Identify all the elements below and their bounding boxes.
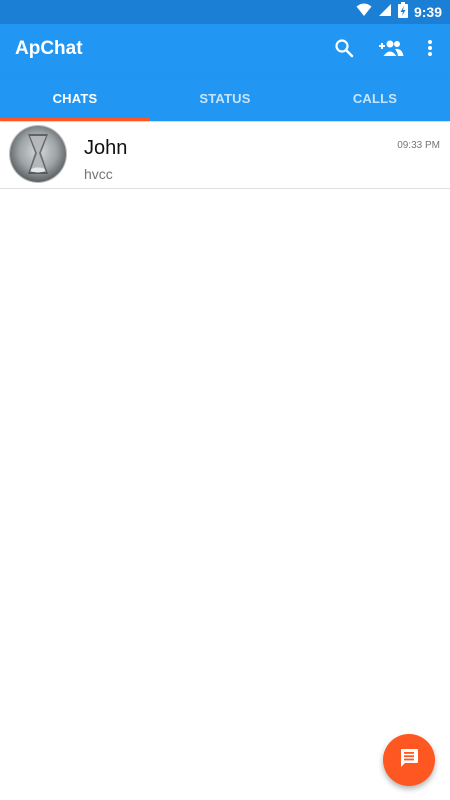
chat-list-item[interactable]: John hvcc 09:33 PM — [0, 122, 450, 189]
avatar-photo — [28, 134, 48, 174]
avatar[interactable] — [10, 126, 66, 182]
search-button[interactable] — [330, 36, 358, 64]
tab-calls[interactable]: CALLS — [300, 76, 450, 121]
chat-contact-name: John — [84, 137, 128, 159]
new-message-button[interactable] — [383, 734, 435, 786]
add-friend-button[interactable] — [376, 36, 406, 64]
tab-chats[interactable]: CHATS — [0, 76, 150, 121]
more-options-button[interactable] — [416, 36, 444, 64]
search-icon — [334, 38, 354, 63]
status-icons: 9:39 — [356, 1, 442, 23]
chat-last-message: hvcc — [84, 166, 113, 182]
chat-timestamp: 09:33 PM — [397, 140, 440, 151]
tab-status[interactable]: STATUS — [150, 76, 300, 121]
app-title: ApChat — [15, 38, 83, 59]
more-vert-icon — [427, 39, 433, 62]
app-bar: ApChat — [0, 24, 450, 76]
new-message-icon — [398, 747, 420, 774]
status-bar: 9:39 — [0, 0, 450, 24]
tab-bar: CHATS STATUS CALLS — [0, 76, 450, 121]
signal-icon — [378, 3, 392, 22]
add-friend-icon — [378, 38, 404, 63]
wifi-icon — [356, 3, 372, 22]
status-time: 9:39 — [413, 4, 442, 20]
battery-charging-icon — [397, 1, 408, 23]
